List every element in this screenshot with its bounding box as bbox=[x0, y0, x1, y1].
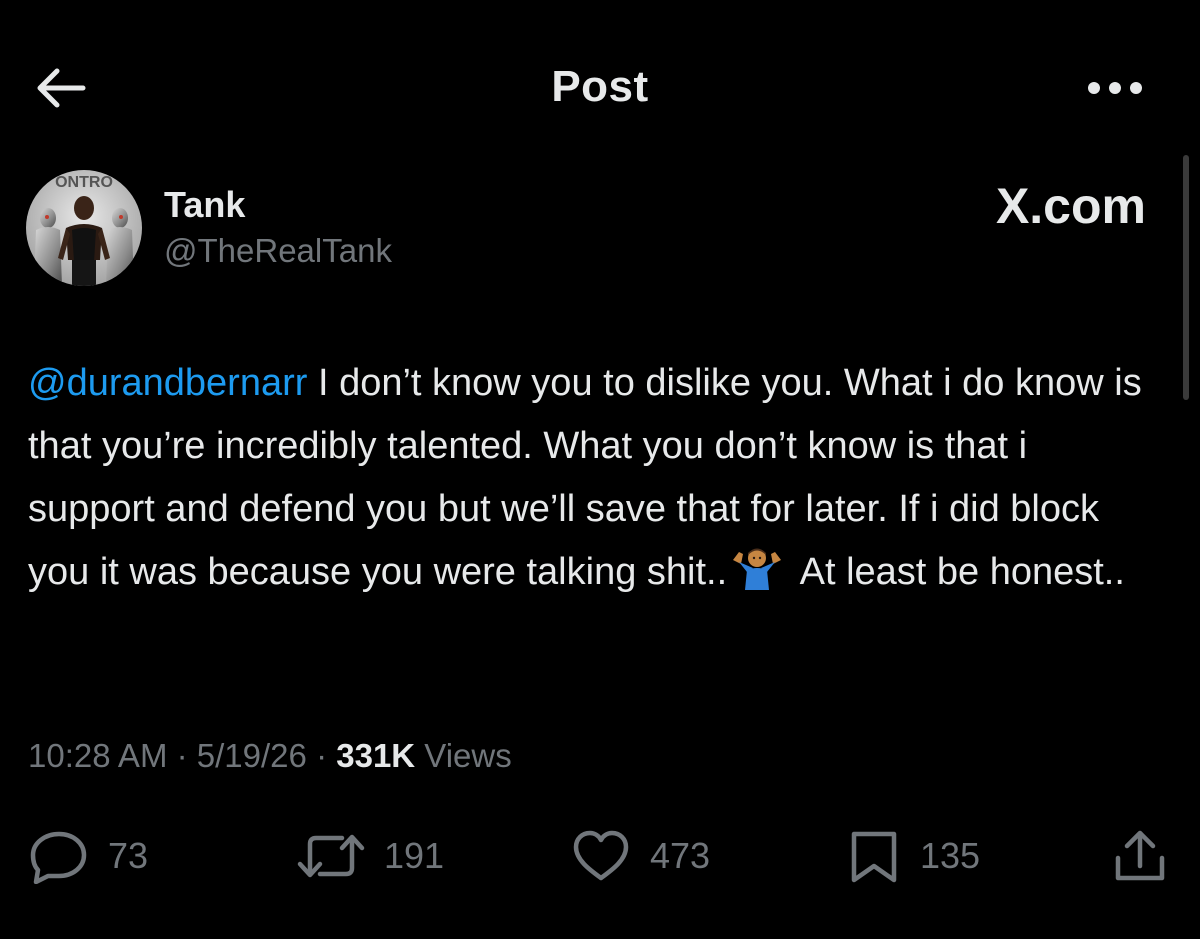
bookmark-button[interactable]: 135 bbox=[846, 828, 980, 884]
bookmark-icon bbox=[846, 828, 902, 884]
post-text: @durandbernarr I don’t know you to disli… bbox=[28, 352, 1148, 604]
x-com-watermark: X.com bbox=[960, 176, 1150, 236]
share-button[interactable] bbox=[1110, 828, 1170, 884]
reply-count: 73 bbox=[108, 835, 149, 876]
action-bar: 73 191 473 135 bbox=[0, 820, 1200, 892]
more-options-button[interactable] bbox=[1080, 70, 1150, 110]
repost-button[interactable]: 191 bbox=[296, 828, 444, 884]
like-count: 473 bbox=[650, 835, 711, 876]
views-label[interactable]: Views bbox=[424, 737, 511, 774]
author-display-name[interactable]: Tank bbox=[164, 184, 245, 226]
svg-text:X.com: X.com bbox=[996, 178, 1146, 234]
post-date[interactable]: 5/19/26 bbox=[197, 737, 307, 774]
person-shrugging-emoji-icon bbox=[727, 546, 787, 590]
repost-icon bbox=[296, 828, 366, 884]
avatar[interactable]: ONTRO bbox=[26, 170, 142, 286]
separator: · bbox=[316, 737, 328, 774]
share-icon bbox=[1110, 828, 1170, 884]
author-handle[interactable]: @TheRealTank bbox=[164, 232, 392, 270]
reply-button[interactable]: 73 bbox=[28, 828, 148, 884]
repost-count: 191 bbox=[384, 835, 445, 876]
svg-text:ONTRO: ONTRO bbox=[55, 174, 113, 191]
separator: · bbox=[176, 737, 188, 774]
reply-icon bbox=[28, 828, 90, 884]
heart-icon bbox=[570, 828, 632, 884]
page-title: Post bbox=[551, 62, 649, 111]
post-text-part2: At least be honest.. bbox=[791, 551, 1125, 593]
mention-link[interactable]: @durandbernarr bbox=[28, 362, 307, 404]
views-count[interactable]: 331K bbox=[336, 737, 415, 774]
top-bar: Post bbox=[0, 0, 1200, 180]
like-button[interactable]: 473 bbox=[570, 828, 710, 884]
post-time[interactable]: 10:28 AM bbox=[28, 737, 167, 774]
scrollbar[interactable] bbox=[1183, 155, 1189, 400]
more-horizontal-icon bbox=[1085, 80, 1145, 101]
post-meta: 10:28 AM · 5/19/26 · 331K Views bbox=[28, 737, 512, 775]
bookmark-count: 135 bbox=[920, 835, 981, 876]
